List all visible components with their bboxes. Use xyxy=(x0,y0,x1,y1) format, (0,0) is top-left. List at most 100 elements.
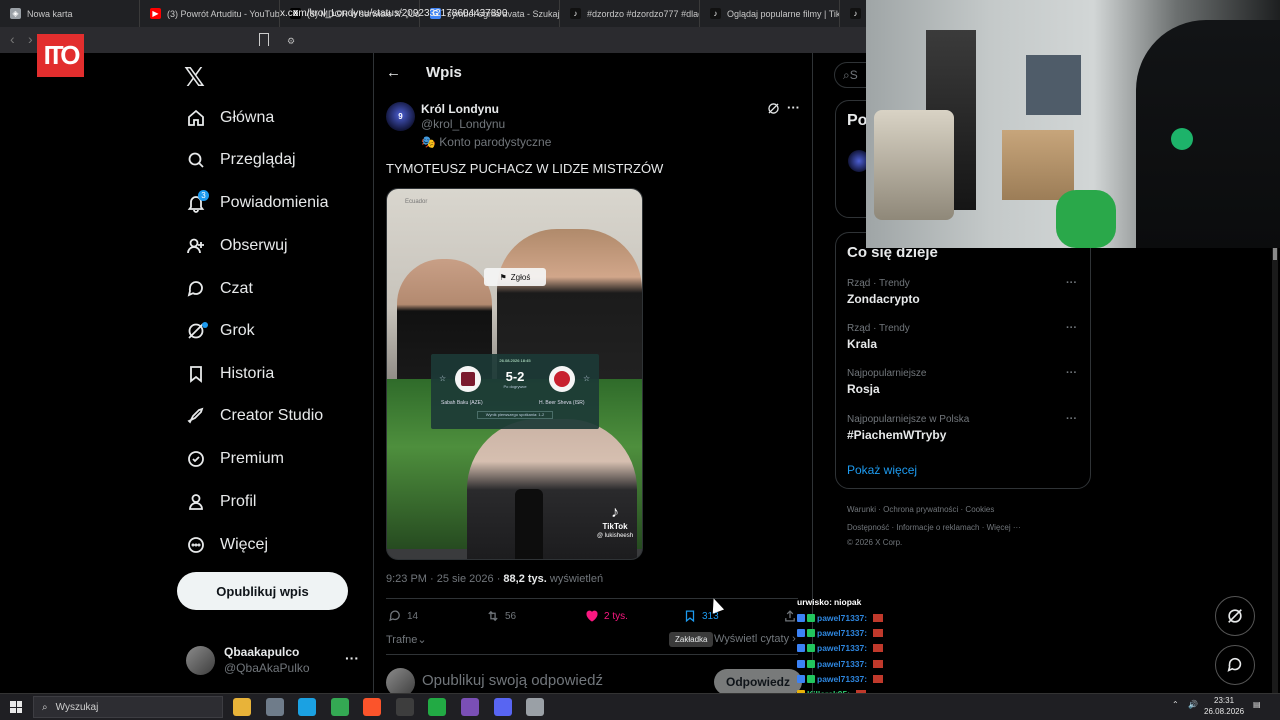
more-icon[interactable]: ··· xyxy=(787,100,800,115)
sidebar-item-label: Obserwuj xyxy=(220,237,288,254)
file-explorer-icon[interactable] xyxy=(233,698,251,716)
verified-icon xyxy=(186,449,206,469)
grok-fab[interactable] xyxy=(1215,596,1255,636)
share-action[interactable] xyxy=(783,609,797,623)
match-date: 26.08.2026 18:45 xyxy=(499,358,531,363)
footer-link[interactable]: Cookies xyxy=(965,505,994,514)
sidebar-item-premium[interactable]: Premium xyxy=(186,446,284,472)
home-icon xyxy=(186,108,206,128)
site-settings-icon[interactable]: ⚙ xyxy=(287,36,295,47)
brave-icon[interactable] xyxy=(363,698,381,716)
view-quotes-link[interactable]: Wyświetl cytaty › xyxy=(714,633,796,645)
more-icon[interactable]: ··· xyxy=(1066,367,1077,379)
more-icon[interactable]: ··· xyxy=(1066,277,1077,289)
sidebar-item-grok[interactable]: Grok xyxy=(186,318,255,344)
notifications-icon[interactable]: ▤ xyxy=(1253,700,1261,709)
taskbar-search[interactable]: ⌕ Wyszukaj xyxy=(33,696,223,718)
app-circle-icon[interactable] xyxy=(526,698,544,716)
clock[interactable]: 23:31 26.08.2026 xyxy=(1204,695,1244,717)
reply-action[interactable]: 14 xyxy=(388,609,418,623)
flag-icon: ⚑ xyxy=(499,272,507,282)
chat-user: pawel71337: xyxy=(817,659,868,669)
scrollbar[interactable] xyxy=(1272,248,1278,698)
obs-icon[interactable] xyxy=(396,698,414,716)
post-button[interactable]: Opublikuj wpis xyxy=(177,572,348,610)
report-button[interactable]: ⚑ Zgłoś xyxy=(484,268,546,286)
bookmark-icon xyxy=(685,610,695,623)
bell-icon: 3 xyxy=(186,190,209,213)
back-arrow-icon[interactable]: ← xyxy=(386,64,401,81)
sidebar-item-historia[interactable]: Historia xyxy=(186,361,274,387)
browser-tab[interactable]: ◈ Nowa karta xyxy=(0,0,140,27)
messages-fab[interactable] xyxy=(1215,645,1255,685)
footer-link[interactable]: Informacje o reklamach xyxy=(896,523,979,532)
sidebar-item-czat[interactable]: Czat xyxy=(186,276,253,302)
chat-message: pawel71337: xyxy=(797,628,884,638)
x-logo[interactable]: 𝕏 xyxy=(184,62,205,93)
reply-button[interactable]: Odpowiedz xyxy=(714,669,802,695)
badge-icon xyxy=(797,629,805,637)
trend-name: Krala xyxy=(847,337,878,351)
tweet-date[interactable]: 25 sie 2026 xyxy=(437,573,494,585)
parody-label: 🎭 Konto parodystyczne xyxy=(421,135,551,149)
grok-icon[interactable] xyxy=(767,102,780,115)
chat-user: pawel71337: xyxy=(817,674,868,684)
sidebar-item-powiadomienia[interactable]: 3 Powiadomienia xyxy=(186,190,329,216)
repost-action[interactable]: 56 xyxy=(486,609,516,623)
volume-icon[interactable]: 🔊 xyxy=(1188,700,1198,709)
tweet-video[interactable]: Ecuador ⚑ Zgłoś 26.08.2026 18:45 ☆ ☆ 5-2… xyxy=(386,188,643,560)
chat-message: urwisko: niopak xyxy=(797,597,861,607)
ito-logo: ITO xyxy=(37,34,84,77)
like-action[interactable]: 2 tys. xyxy=(585,609,628,623)
chat-message: pawel71337: xyxy=(797,659,884,669)
tweet-meta: 9:23 PM · 25 sie 2026 · 88,2 tys. wyświe… xyxy=(386,573,604,585)
url-field[interactable]: x.com/krol_Londynu/status/20923321786044… xyxy=(250,3,850,23)
author-avatar[interactable]: 9 xyxy=(386,102,415,131)
more-icon[interactable]: ··· xyxy=(1066,413,1077,425)
sidebar-item-obserwuj[interactable]: Obserwuj xyxy=(186,233,288,259)
sidebar-item-profil[interactable]: Profil xyxy=(186,489,256,515)
repost-icon xyxy=(488,610,498,622)
show-more-link[interactable]: Pokaż więcej xyxy=(847,463,917,477)
account-more-icon[interactable]: ··· xyxy=(345,650,359,666)
home-team: Sabah Baku (AZE) xyxy=(441,400,483,406)
emote-icon xyxy=(873,629,884,637)
app-grid-icon[interactable] xyxy=(461,698,479,716)
sidebar-item-przeglądaj[interactable]: Przeglądaj xyxy=(186,147,296,173)
bookmark-page-icon[interactable] xyxy=(259,33,269,46)
more-icon[interactable]: ··· xyxy=(1066,322,1077,334)
badge-icon xyxy=(807,675,815,683)
badge-icon xyxy=(797,660,805,668)
author-name[interactable]: Król Londynu xyxy=(421,102,499,116)
views-count: 88,2 tys. xyxy=(503,573,547,585)
photos-icon[interactable] xyxy=(266,698,284,716)
chat-message: pawel71337: xyxy=(797,643,884,653)
author-handle[interactable]: @krol_Londynu xyxy=(421,117,505,131)
clock-time: 23:31 xyxy=(1214,696,1235,705)
app-green-icon[interactable] xyxy=(428,698,446,716)
chrome-icon[interactable] xyxy=(331,698,349,716)
divider xyxy=(386,598,798,599)
footer-link[interactable]: Dostępność xyxy=(847,523,889,532)
edge-icon[interactable] xyxy=(298,698,316,716)
footer-link[interactable]: Ochrona prywatności xyxy=(883,505,958,514)
tray-chevron-icon[interactable]: ⌃ xyxy=(1172,700,1179,709)
tab-favicon: ♪ xyxy=(850,8,861,19)
sidebar-item-więcej[interactable]: Więcej xyxy=(186,532,268,558)
footer-link[interactable]: Więcej ··· xyxy=(987,523,1021,532)
discord-icon[interactable] xyxy=(494,698,512,716)
chevron-right-icon[interactable]: › xyxy=(28,31,33,47)
scoreboard: 26.08.2026 18:45 ☆ ☆ 5-2 Po dogrywce Sab… xyxy=(431,354,599,429)
footer-link[interactable]: Warunki xyxy=(847,505,876,514)
account-switcher[interactable]: Qbaakapulco @QbaAkaPulko xyxy=(186,645,310,675)
taskbar-search-label: Wyszukaj xyxy=(55,701,99,713)
reply-input[interactable]: Opublikuj swoją odpowiedź xyxy=(422,672,603,689)
repost-count: 56 xyxy=(505,610,517,622)
sort-dropdown[interactable]: Trafne⌄ xyxy=(386,633,427,646)
sidebar-item-główna[interactable]: Główna xyxy=(186,105,274,131)
scrollbar-thumb[interactable] xyxy=(1273,248,1277,260)
sidebar-item-creator-studio[interactable]: Creator Studio xyxy=(186,403,323,429)
chevron-left-icon[interactable]: ‹ xyxy=(10,31,15,47)
tweet-time[interactable]: 9:23 PM xyxy=(386,573,427,585)
windows-start-icon[interactable] xyxy=(10,701,22,713)
